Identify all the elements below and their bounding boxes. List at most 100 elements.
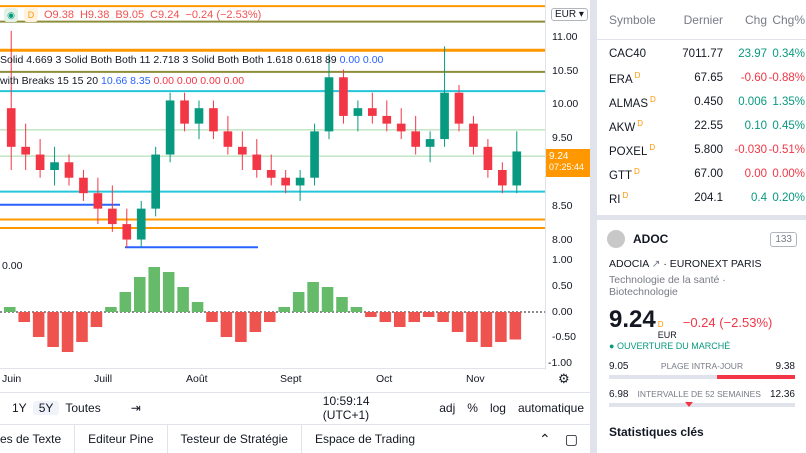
candle-body [295, 177, 305, 186]
sector-label[interactable]: Technologie de la santé [609, 274, 719, 286]
data-flag-icon: D [650, 94, 656, 104]
auto-button[interactable]: automatique [512, 401, 590, 415]
tab-strategy-tester[interactable]: Testeur de Stratégie [168, 425, 302, 453]
day-low: 9.05 [609, 361, 629, 372]
watchlist-pct: -0.88% [768, 72, 805, 84]
osc-tick: 1.00 [552, 254, 573, 266]
price-axis[interactable]: EUR ▾ 11.00 10.50 10.00 9.50 9.24 07:25:… [545, 0, 591, 370]
tab-trading-panel[interactable]: Espace de Trading [302, 425, 428, 453]
candle-body [136, 208, 146, 240]
watchlist-row[interactable]: ALMAS D 0.450 0.006 1.35% [597, 90, 806, 114]
detail-symbol[interactable]: ADOC [633, 232, 668, 246]
range-all-button[interactable]: Toutes [59, 401, 106, 415]
osc-bar [451, 312, 464, 332]
currency-select[interactable]: EUR ▾ [551, 8, 588, 21]
tab-pine-editor[interactable]: Editeur Pine [75, 425, 168, 453]
osc-bar [119, 292, 132, 312]
time-tick: Oct [376, 373, 393, 385]
candle-body [252, 154, 262, 170]
osc-bar [321, 287, 334, 312]
watchlist-symbol[interactable]: POXEL D [597, 143, 671, 158]
candle-body [50, 162, 59, 170]
osc-bar [76, 312, 88, 342]
osc-bar [162, 272, 175, 312]
osc-bar [264, 312, 276, 322]
watchlist-row[interactable]: AKW D 22.55 0.10 0.45% [597, 114, 806, 138]
currency-label: EUR [555, 9, 577, 20]
year-range-bar [609, 402, 795, 407]
osc-bar [365, 312, 377, 317]
watchlist-chg: -0.60 [740, 72, 767, 84]
candle-body [223, 131, 233, 147]
range-5y-button[interactable]: 5Y [32, 400, 60, 415]
osc-bar [47, 312, 59, 347]
external-link-icon[interactable]: ↗ [652, 258, 661, 270]
osc-bar [18, 312, 30, 322]
candle-body [339, 77, 348, 116]
watchlist-symbol[interactable]: ERA D [597, 71, 671, 86]
chevron-up-icon[interactable]: ⌃ [539, 431, 551, 448]
day-high: 9.38 [775, 361, 795, 372]
market-status-dot: ● [609, 341, 615, 351]
watchlist-row[interactable]: POXEL D 5.800 -0.030 -0.51% [597, 138, 806, 162]
day-range-bar [609, 375, 795, 379]
price-chart[interactable] [0, 0, 545, 255]
col-last[interactable]: Dernier [671, 13, 723, 27]
right-panel: Symbole Dernier Chg Chg% CAC40 7011.77 23.… [596, 0, 806, 453]
osc-tick: 0.00 [552, 306, 573, 318]
clock-label[interactable]: 10:59:14 (UTC+1) [317, 394, 423, 422]
watchlist-chg: 0.00 [744, 168, 767, 180]
key-stats-heading[interactable]: Statistiques clés [597, 407, 806, 439]
range-1y-button[interactable]: 1Y [6, 401, 33, 415]
price-tick: 10.50 [552, 65, 579, 77]
tab-text-notes[interactable]: es de Texte [0, 425, 76, 453]
candle-body [35, 154, 45, 170]
watchlist-row[interactable]: GTT D 67.00 0.00 0.00% [597, 162, 806, 186]
watchlist-last: 7011.77 [682, 48, 723, 60]
industry-label[interactable]: Biotechnologie [609, 286, 678, 298]
indicator-legend-2[interactable]: with Breaks 15 15 20 10.66 8.35 0.00 0.0… [0, 75, 244, 87]
watchlist-symbol[interactable]: AKW D [597, 119, 671, 134]
log-button[interactable]: log [484, 401, 512, 415]
chart-area[interactable]: ◉ D O9.38 H9.38 B9.05 C9.24 −0.24 (−2.53… [0, 0, 591, 453]
goto-date-icon[interactable]: ⇥ [125, 401, 147, 415]
watchlist-row[interactable]: CAC40 7011.77 23.97 0.34% [597, 42, 806, 66]
col-symbol[interactable]: Symbole [597, 13, 671, 27]
col-chg[interactable]: Chg [723, 13, 767, 27]
ideas-count-badge[interactable]: 133 [770, 231, 797, 247]
candle-body [238, 146, 247, 155]
osc-bar [134, 277, 146, 312]
time-axis[interactable]: Juin Juill Août Sept Oct Nov ⚙ [0, 368, 570, 390]
candle-body [382, 115, 392, 124]
osc-bar [394, 312, 406, 327]
indicator-values-1: 0.00 0.00 [339, 54, 384, 66]
price-tick: 9.50 [552, 132, 573, 144]
osc-bar [32, 312, 45, 337]
current-price-label: 9.24 07:25:44 [546, 149, 591, 177]
watchlist-row[interactable]: ERA D 67.65 -0.60 -0.88% [597, 66, 806, 90]
candle-body [454, 92, 464, 124]
eye-icon[interactable]: ◉ [4, 8, 18, 22]
osc-bar [148, 267, 160, 312]
maximize-icon[interactable]: ▢ [565, 431, 578, 448]
watchlist-pct: 0.45% [772, 120, 805, 132]
oscillator-chart[interactable] [0, 257, 545, 367]
percent-button[interactable]: % [461, 401, 484, 415]
watchlist-symbol[interactable]: GTT D [597, 167, 671, 182]
year-high: 12.36 [769, 389, 795, 400]
time-tick: Nov [466, 373, 485, 385]
watchlist-row[interactable]: RI D 204.1 0.4 0.20% [597, 186, 806, 210]
company-name[interactable]: ADOCIA [609, 258, 649, 270]
indicator-legend-1[interactable]: Solid 4.669 3 Solid Both Both 11 2.718 3… [0, 54, 383, 66]
candle-body [498, 170, 507, 186]
settings-gear-icon[interactable]: ⚙ [558, 371, 570, 387]
candle-body [266, 170, 276, 178]
watchlist-symbol[interactable]: CAC40 [597, 48, 671, 60]
watchlist-symbol[interactable]: RI D [597, 191, 671, 206]
osc-tick: 0.50 [552, 280, 573, 292]
osc-bar [220, 312, 233, 337]
adj-button[interactable]: adj [433, 401, 461, 415]
watchlist-symbol[interactable]: ALMAS D [597, 95, 671, 110]
col-pct[interactable]: Chg% [767, 13, 805, 27]
osc-bar [379, 312, 392, 322]
